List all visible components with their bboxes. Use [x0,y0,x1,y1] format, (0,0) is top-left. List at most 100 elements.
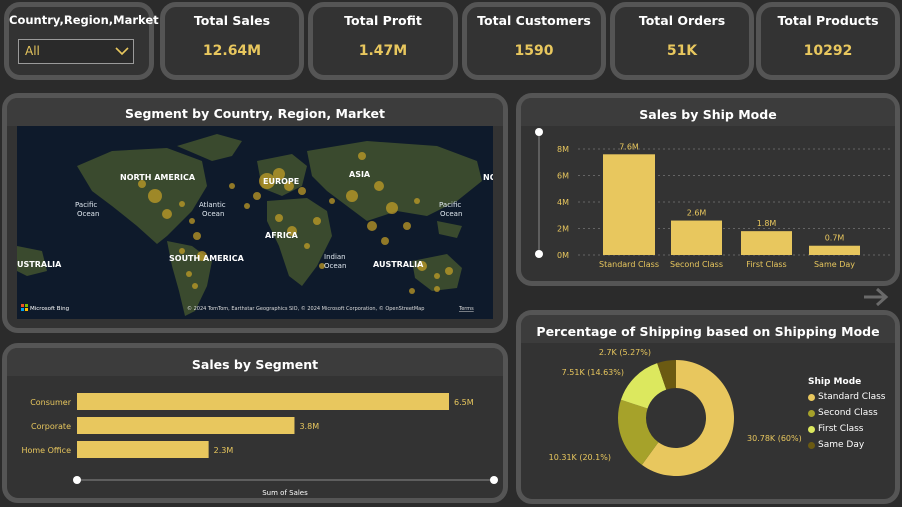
range-slider-handle-bottom[interactable] [535,250,543,258]
kpi-value: 1.47M [358,43,408,59]
segment-chart-title: Sales by Segment [191,357,319,372]
segment-chart-card: Sales by Segment Consumer 6.5M Corporate 3.… [2,343,508,503]
map-card: Segment by Country, Region, Market NORTH… [2,93,508,333]
chevron-down-icon [115,47,129,56]
legend-item[interactable]: First Class [808,424,898,434]
map-label-atlantic: Atlantic [199,201,226,209]
kpi-value: 12.64M [202,43,262,59]
shipmode-bar[interactable] [741,231,792,255]
world-map[interactable]: NORTH AMERICA EUROPE ASIA AFRICA SOUTH A… [17,126,493,319]
legend-label: Standard Class [818,392,886,402]
map-terms-link[interactable]: Terms [458,306,474,312]
shipmode-category-label: Second Class [670,260,723,269]
legend-label: Second Class [818,408,878,418]
map-label-europe: EUROPE [263,177,299,186]
kpi-title: Total Sales [193,13,271,28]
donut-data-label: 2.7K (5.27%) [599,348,651,357]
segment-bar-chart: Consumer 6.5M Corporate 3.8M Home Office 2.3M… [21,393,498,497]
map-label-asia: ASIA [349,170,371,179]
map-title: Segment by Country, Region, Market [125,106,385,121]
shipmode-bar[interactable] [603,154,655,255]
map-label-africa: AFRICA [265,231,299,240]
shipmode-value-label: 7.6M [619,142,639,151]
y-tick-label: 6M [557,172,569,181]
dropdown-value: All [25,44,40,58]
segment-value-label: 6.5M [454,398,474,407]
legend-item[interactable]: Standard Class [808,392,898,402]
kpi-title: Total Orders [638,13,726,28]
segment-bar[interactable] [77,417,295,434]
kpi-value: 10292 [803,43,853,59]
kpi-value: 1590 [514,43,554,59]
shipmode-bar[interactable] [809,245,860,255]
kpi-card-total-products: Total Products 10292 [756,2,900,80]
map-label-south-america: SOUTH AMERICA [169,254,245,263]
kpi-card-total-customers: Total Customers 1590 [462,2,606,80]
kpi-title: Total Customers [477,13,591,28]
shipmode-category-label: Same Day [814,260,855,269]
segment-axis-title: Sum of Sales [262,489,308,497]
kpi-card-total-sales: Total Sales 12.64M [160,2,304,80]
y-tick-label: 2M [557,225,569,234]
legend-dot-icon [808,441,815,449]
donut-data-label: 10.31K (20.1%) [549,453,611,462]
legend-item[interactable]: Same Day [808,440,898,450]
legend-dot-icon [808,393,815,401]
map-label-pacific-left: Pacific [75,201,97,209]
segment-category-label: Corporate [31,422,71,431]
segment-value-label: 3.8M [299,422,319,431]
map-label-pacific-left-ocean: Ocean [77,210,99,218]
segment-bar[interactable] [77,441,209,458]
segment-value-label: 2.3M [214,446,234,455]
kpi-title: Total Products [777,13,879,28]
shipmode-value-label: 2.6M [687,209,707,218]
kpi-card-total-orders: Total Orders 51K [610,2,754,80]
legend-item[interactable]: Second Class [808,408,898,418]
donut-legend: Ship Mode Standard Class Second Class Firs… [808,377,898,456]
kpi-title: Total Profit [344,13,422,28]
y-tick-label: 4M [557,198,569,207]
donut-title: Percentage of Shipping based on Shipping… [536,324,880,339]
shipping-donut-card: Percentage of Shipping based on Shipping… [516,310,900,504]
segment-bar[interactable] [77,393,449,410]
shipmode-value-label: 1.8M [757,219,777,228]
legend-title: Ship Mode [808,377,862,387]
range-slider-handle-top[interactable] [535,128,543,136]
shipmode-bar[interactable] [671,220,722,255]
legend-label: First Class [818,424,864,434]
slicer-card: Country,Region,Market All [4,2,159,80]
country-region-market-dropdown[interactable]: All [18,39,134,64]
shipmode-value-label: 0.7M [825,234,845,243]
map-label-indian: Indian [324,253,346,261]
shipmode-chart-card: Sales by Ship Mode 0M 2M 4M 6M 8M 7.6M Standar… [516,93,900,286]
zoom-slider-handle-right[interactable] [490,476,498,484]
map-label-indian-ocean: Ocean [324,262,346,270]
donut-data-label: 7.51K (14.63%) [562,368,624,377]
kpi-card-total-profit: Total Profit 1.47M [308,2,458,80]
shipmode-chart-title: Sales by Ship Mode [639,107,777,122]
shipmode-category-label: First Class [746,260,786,269]
arrow-right-icon[interactable] [862,287,890,307]
shipmode-bar-chart: 0M 2M 4M 6M 8M 7.6M Standard Class 2.6M Second C… [535,128,891,269]
donut-data-label: 30.78K (60%) [747,434,802,443]
segment-category-label: Consumer [30,398,72,407]
slicer-title: Country,Region,Market [9,13,159,27]
donut-slice[interactable] [620,363,667,409]
map-attribution: © 2024 TomTom, Earthstar Geographics SIO… [187,305,424,312]
map-label-australia-left: USTRALIA [17,260,62,269]
y-tick-label: 8M [557,145,569,154]
map-label-pacific-right-ocean: Ocean [440,210,462,218]
map-label-australia: AUSTRALIA [373,260,424,269]
map-label-nor-right: NOR [483,173,493,182]
map-label-atlantic-ocean: Ocean [202,210,224,218]
legend-label: Same Day [818,440,865,450]
kpi-value: 51K [666,43,698,59]
legend-dot-icon [808,425,815,433]
zoom-slider-handle-left[interactable] [73,476,81,484]
legend-dot-icon [808,409,815,417]
y-tick-label: 0M [557,251,569,260]
map-label-north-america: NORTH AMERICA [120,173,196,182]
map-brand: Microsoft Bing [30,306,69,312]
segment-category-label: Home Office [21,446,71,455]
map-label-pacific-right: Pacific [439,201,461,209]
